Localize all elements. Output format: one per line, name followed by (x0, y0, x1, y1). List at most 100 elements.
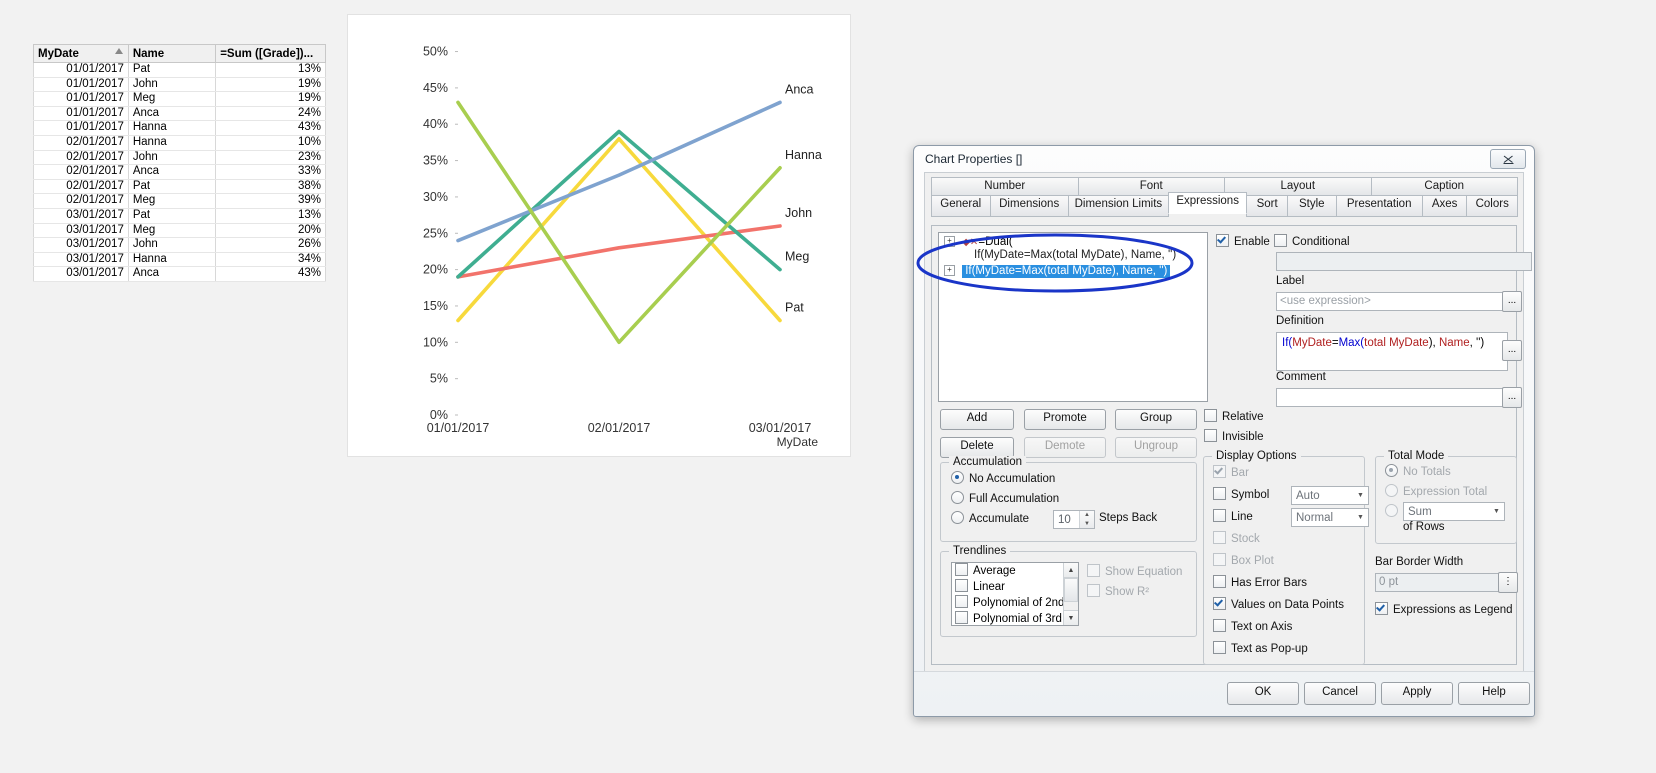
no-accumulation-radio[interactable]: No Accumulation (951, 471, 1055, 485)
dialog-titlebar[interactable]: Chart Properties [] (914, 146, 1534, 172)
display-option-select[interactable]: Normal ▼ (1291, 508, 1369, 527)
tab-expressions[interactable]: Expressions (1167, 192, 1248, 214)
tab-dimension-limits[interactable]: Dimension Limits (1067, 195, 1169, 217)
aggregate-radio[interactable] (1385, 504, 1403, 518)
display-option-text-as-pop-up[interactable]: Text as Pop-up (1213, 641, 1360, 663)
table-row[interactable]: 02/01/2017 Pat 38% (33, 179, 326, 195)
apply-button[interactable]: Apply (1381, 682, 1453, 705)
accumulate-radio[interactable]: Accumulate (951, 511, 1029, 525)
close-icon[interactable] (1490, 149, 1526, 169)
table-row[interactable]: 01/01/2017 Pat 13% (33, 62, 326, 78)
tab-style[interactable]: Style (1286, 195, 1337, 217)
tab-caption[interactable]: Caption (1370, 177, 1518, 196)
table-row[interactable]: 03/01/2017 Hanna 34% (33, 252, 326, 268)
display-option-values-on-data-points[interactable]: Values on Data Points (1213, 597, 1360, 619)
expand-icon[interactable]: + (944, 236, 955, 248)
trendlines-scrollbar[interactable]: ▲ ▼ (1063, 563, 1078, 625)
promote-button[interactable]: Promote (1024, 409, 1106, 430)
enable-checkbox[interactable]: Enable (1216, 234, 1270, 248)
table-row[interactable]: 03/01/2017 Anca 43% (33, 266, 326, 282)
comment-ellipsis-button[interactable]: ... (1502, 387, 1522, 408)
conditional-checkbox[interactable]: Conditional (1274, 234, 1350, 248)
expand-icon[interactable]: + (944, 265, 955, 277)
scroll-thumb[interactable] (1064, 578, 1078, 602)
chevron-down-icon[interactable]: ▼ (1353, 492, 1368, 499)
stepper-up-icon[interactable]: ▲ (1080, 511, 1094, 520)
column-header-mydate[interactable]: MyDate (33, 44, 129, 63)
column-header-name[interactable]: Name (127, 44, 217, 63)
invisible-checkbox[interactable]: Invisible (1204, 429, 1264, 443)
expressions-as-legend-checkbox[interactable]: Expressions as Legend (1375, 602, 1513, 616)
table-row[interactable]: 02/01/2017 Hanna 10% (33, 135, 326, 151)
show-equation-checkbox[interactable]: Show Equation (1087, 564, 1182, 581)
expression-tree[interactable]: + ◆✕ =Dual( If(MyDate=Max(total MyDate),… (938, 232, 1208, 402)
tab-general[interactable]: General (931, 195, 991, 217)
tab-axes[interactable]: Axes (1421, 195, 1468, 217)
display-option-box-plot[interactable]: Box Plot (1213, 553, 1360, 575)
definition-input[interactable]: If(MyDate=Max(total MyDate), Name, '') (1276, 332, 1508, 371)
display-option-select[interactable]: Auto ▼ (1291, 486, 1369, 505)
trendline-item[interactable]: Polynomial of 2nd d (952, 595, 1078, 611)
trendline-item[interactable]: Linear (952, 579, 1078, 595)
expression-total-radio[interactable]: Expression Total (1385, 484, 1487, 501)
cancel-button[interactable]: Cancel (1304, 682, 1376, 705)
display-option-bar[interactable]: Bar (1213, 465, 1360, 487)
definition-ellipsis-button[interactable]: ... (1502, 340, 1522, 361)
tree-row-root[interactable]: + ◆✕ =Dual( (939, 233, 1207, 249)
chevron-down-icon[interactable]: ▼ (1489, 508, 1504, 515)
table-row[interactable]: 02/01/2017 Anca 33% (33, 164, 326, 180)
tab-sort[interactable]: Sort (1246, 195, 1288, 217)
stepper-down-icon[interactable]: ▼ (1080, 520, 1094, 529)
trendline-check-icon[interactable] (955, 579, 968, 592)
steps-back-stepper[interactable]: 10 ▲ ▼ (1053, 510, 1095, 529)
chevron-down-icon[interactable]: ▼ (1353, 514, 1368, 521)
column-header-sum-grade[interactable]: =Sum ([Grade])... (215, 44, 326, 63)
full-accumulation-radio[interactable]: Full Accumulation (951, 491, 1059, 505)
bar-border-width-input[interactable]: 0 pt (1375, 573, 1503, 592)
table-row[interactable]: 03/01/2017 Pat 13% (33, 208, 326, 224)
tab-number[interactable]: Number (931, 177, 1079, 196)
demote-button[interactable]: Demote (1024, 437, 1106, 458)
add-button[interactable]: Add (940, 409, 1014, 430)
table-row[interactable]: 01/01/2017 Anca 24% (33, 106, 326, 122)
no-totals-radio[interactable]: No Totals (1385, 464, 1451, 481)
label-ellipsis-button[interactable]: ... (1502, 291, 1522, 312)
scroll-down-icon[interactable]: ▼ (1064, 610, 1078, 625)
display-option-line[interactable]: Line Normal ▼ (1213, 508, 1369, 531)
tab-colors[interactable]: Colors (1466, 195, 1519, 217)
show-r2-checkbox[interactable]: Show R² (1087, 584, 1149, 601)
ok-button[interactable]: OK (1227, 682, 1299, 705)
table-row[interactable]: 03/01/2017 John 26% (33, 237, 326, 253)
conditional-input[interactable] (1276, 252, 1532, 271)
ungroup-button[interactable]: Ungroup (1115, 437, 1197, 458)
trendline-check-icon[interactable] (955, 595, 968, 608)
display-option-has-error-bars[interactable]: Has Error Bars (1213, 575, 1360, 597)
tab-presentation[interactable]: Presentation (1335, 195, 1423, 217)
trendline-check-icon[interactable] (955, 611, 968, 624)
tree-row-selected[interactable]: + If(MyDate=Max(total MyDate), Name, '') (939, 262, 1207, 278)
selected-expression-label[interactable]: If(MyDate=Max(total MyDate), Name, '') (962, 265, 1171, 278)
tab-dimensions[interactable]: Dimensions (989, 195, 1069, 217)
help-button[interactable]: Help (1458, 682, 1530, 705)
table-row[interactable]: 03/01/2017 Meg 20% (33, 223, 326, 239)
trendlines-listbox[interactable]: Average Linear Polynomial of 2nd d Polynomi… (951, 562, 1079, 626)
group-button[interactable]: Group (1115, 409, 1197, 430)
comment-input[interactable] (1276, 388, 1506, 407)
relative-checkbox[interactable]: Relative (1204, 409, 1264, 423)
trendline-item[interactable]: Polynomial of 3rd d (952, 611, 1078, 625)
stepper-arrows[interactable]: ▲ ▼ (1079, 511, 1094, 528)
table-row[interactable]: 02/01/2017 John 23% (33, 150, 326, 166)
delete-button[interactable]: Delete (940, 437, 1014, 458)
scroll-up-icon[interactable]: ▲ (1064, 563, 1078, 578)
display-option-stock[interactable]: Stock (1213, 531, 1360, 553)
table-row[interactable]: 01/01/2017 Meg 19% (33, 91, 326, 107)
table-row[interactable]: 01/01/2017 Hanna 43% (33, 120, 326, 136)
trendline-check-icon[interactable] (955, 563, 968, 576)
trendline-item[interactable]: Average (952, 563, 1078, 579)
display-option-text-on-axis[interactable]: Text on Axis (1213, 619, 1360, 641)
label-input[interactable]: <use expression> (1276, 292, 1506, 311)
table-row[interactable]: 01/01/2017 John 19% (33, 77, 326, 93)
table-row[interactable]: 02/01/2017 Meg 39% (33, 193, 326, 209)
bar-border-width-ellipsis-button[interactable]: ⋮ (1498, 572, 1518, 593)
display-option-symbol[interactable]: Symbol Auto ▼ (1213, 486, 1369, 509)
